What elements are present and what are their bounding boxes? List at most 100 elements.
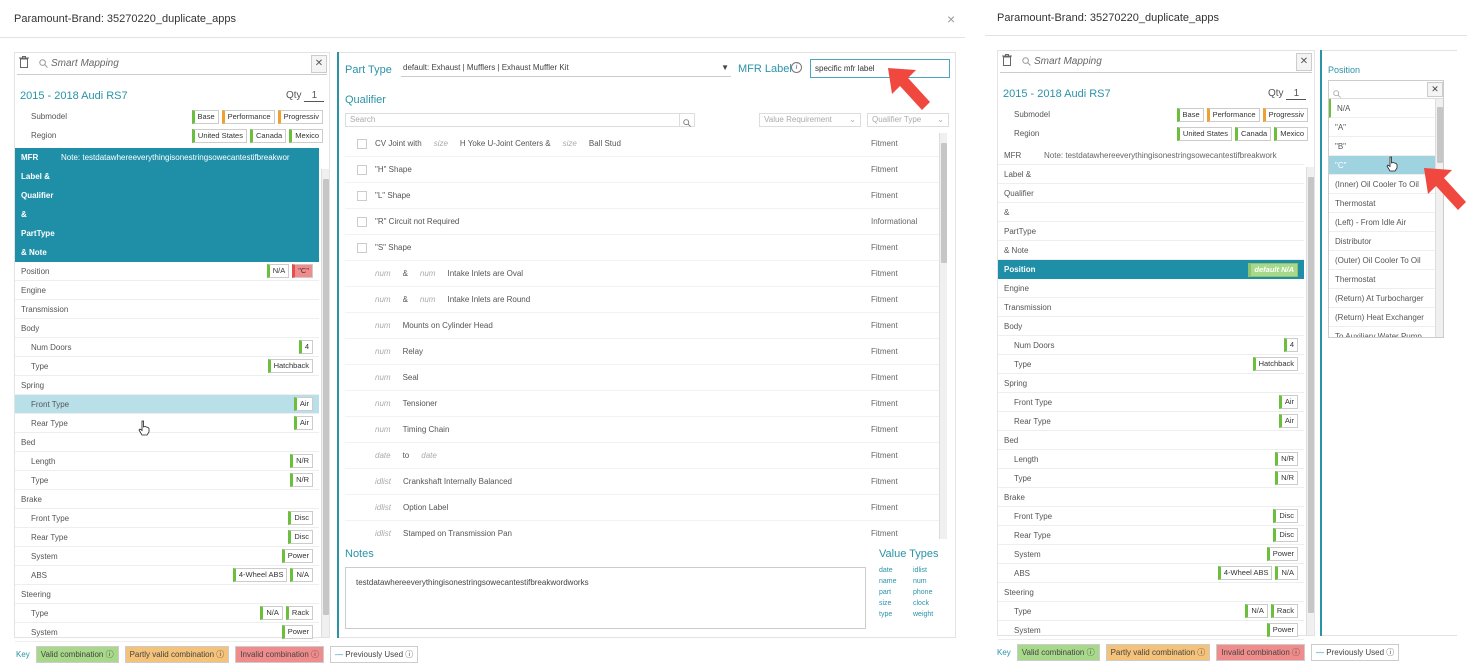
position-option[interactable]: (Left) - From Idle Air xyxy=(1329,213,1435,232)
position-option[interactable]: Thermostat xyxy=(1329,270,1435,289)
attribute-row[interactable]: Rear Type Air xyxy=(998,412,1304,431)
value-requirement-select[interactable]: Value Requirement ⌄ xyxy=(759,113,861,127)
value-chip[interactable]: "C" xyxy=(292,264,313,278)
scrollbar[interactable] xyxy=(1306,167,1314,635)
value-chip[interactable]: Disc xyxy=(288,511,313,525)
smart-mapping-input[interactable]: Smart Mapping xyxy=(45,58,311,69)
qualifier-row[interactable]: CV Joint with size H Yoke U-Joint Centers … xyxy=(345,131,939,157)
value-chip[interactable]: Hatchback xyxy=(267,359,313,373)
attribute-row[interactable]: Front Type Disc xyxy=(15,509,319,528)
submodel-chip[interactable]: Progressiv xyxy=(277,109,323,124)
attribute-row[interactable]: Front Type Air xyxy=(998,393,1304,412)
attribute-row[interactable]: Brake xyxy=(998,488,1304,507)
position-option[interactable]: To Auxiliary Water Pump xyxy=(1329,327,1435,337)
attribute-row[interactable]: Rear Type Air xyxy=(15,414,319,433)
qualifier-row[interactable]: idlist Option Label Fitment xyxy=(345,495,939,521)
submodel-chip[interactable]: Performance xyxy=(1206,107,1260,122)
qualifier-text[interactable]: idlist xyxy=(375,529,391,538)
trash-icon[interactable] xyxy=(1000,53,1014,71)
attribute-row[interactable]: Body xyxy=(15,319,319,338)
smart-mapping-input[interactable]: Smart Mapping xyxy=(1028,56,1296,67)
vehicle-title[interactable]: 2015 - 2018 Audi RS7 xyxy=(1003,88,1111,100)
attribute-row[interactable]: Transmission xyxy=(15,300,319,319)
value-chip[interactable]: 4-Wheel ABS xyxy=(232,568,288,582)
attribute-row[interactable]: System Power xyxy=(998,621,1304,640)
position-option[interactable]: N/A xyxy=(1329,99,1435,118)
clear-icon[interactable]: ✕ xyxy=(311,54,327,73)
value-chip[interactable]: N/A xyxy=(1245,604,1268,618)
value-chip[interactable]: Power xyxy=(1266,547,1298,561)
qualifier-row[interactable]: "H" Shape Fitment xyxy=(345,157,939,183)
scrollbar[interactable] xyxy=(321,169,329,637)
value-chip[interactable]: Rack xyxy=(1270,604,1298,618)
close-icon[interactable]: × xyxy=(947,11,955,27)
vehicle-title[interactable]: 2015 - 2018 Audi RS7 xyxy=(20,90,128,102)
qualifier-row[interactable]: date to date Fitment xyxy=(345,443,939,469)
region-chip[interactable]: Canada xyxy=(1234,126,1272,141)
position-option[interactable]: (Outer) Oil Cooler To Oil xyxy=(1329,251,1435,270)
attribute-row[interactable]: Engine xyxy=(998,279,1304,298)
value-chip[interactable]: Disc xyxy=(1273,509,1298,523)
attribute-row[interactable]: Type N/R xyxy=(15,471,319,490)
submodel-chip[interactable]: Progressiv xyxy=(1262,107,1308,122)
attribute-row[interactable]: Bed xyxy=(998,431,1304,450)
attribute-row[interactable]: Type N/R xyxy=(998,469,1304,488)
region-chip[interactable]: Mexico xyxy=(1274,126,1308,141)
mfr-header[interactable]: MFR Label & Qualifier & PartType & Note … xyxy=(15,148,319,262)
qualifier-row[interactable]: "R" Circuit not Required Informational xyxy=(345,209,939,235)
qualifier-search-input[interactable]: Search xyxy=(345,113,695,127)
attribute-row[interactable]: Engine xyxy=(15,281,319,300)
clear-icon[interactable]: ✕ xyxy=(1427,82,1443,97)
qualifier-type-select[interactable]: Qualifier Type ⌄ xyxy=(867,113,949,127)
value-chip[interactable]: Air xyxy=(1278,395,1298,409)
value-chip[interactable]: Power xyxy=(281,625,313,639)
qualifier-checkbox[interactable] xyxy=(357,190,367,201)
attribute-row[interactable]: Transmission xyxy=(998,298,1304,317)
value-chip[interactable]: 4-Wheel ABS xyxy=(1217,566,1273,580)
qualifier-row[interactable]: idlist Stamped on Transmission Pan Fitment xyxy=(345,521,939,539)
region-chip[interactable]: Mexico xyxy=(289,128,323,143)
value-chip[interactable]: Rack xyxy=(285,606,313,620)
attribute-row[interactable]: Type Hatchback xyxy=(15,357,319,376)
qualifier-row[interactable]: idlist Crankshaft Internally Balanced Fitm… xyxy=(345,469,939,495)
attribute-row[interactable]: Steering xyxy=(15,585,319,604)
region-chip[interactable]: United States xyxy=(1176,126,1232,141)
qualifier-checkbox[interactable] xyxy=(357,164,367,175)
attribute-row[interactable]: Length N/R xyxy=(15,452,319,471)
value-chip[interactable]: N/A xyxy=(1275,566,1298,580)
mfr-header[interactable]: MFR Label & Qualifier & PartType & Note … xyxy=(998,146,1304,260)
value-chip[interactable]: Disc xyxy=(288,530,313,544)
position-option[interactable]: (Return) Heat Exchanger xyxy=(1329,308,1435,327)
qualifier-row[interactable]: "L" Shape Fitment xyxy=(345,183,939,209)
attribute-row[interactable]: Type N/A Rack xyxy=(15,604,319,623)
value-chip[interactable]: Disc xyxy=(1273,528,1298,542)
attribute-row[interactable]: Num Doors 4 xyxy=(15,338,319,357)
qualifier-text[interactable]: num xyxy=(375,347,391,356)
attribute-row[interactable]: ABS 4-Wheel ABS N/A xyxy=(998,564,1304,583)
attribute-row[interactable]: Spring xyxy=(15,376,319,395)
qualifier-text[interactable]: idlist xyxy=(375,477,391,486)
submodel-chip[interactable]: Base xyxy=(191,109,219,124)
attribute-row[interactable]: Type N/A Rack xyxy=(998,602,1304,621)
qualifier-text[interactable]: idlist xyxy=(375,503,391,512)
position-option[interactable]: Distributor xyxy=(1329,232,1435,251)
value-chip[interactable]: Power xyxy=(1266,623,1298,637)
value-chip[interactable]: N/A xyxy=(266,264,290,278)
search-icon[interactable] xyxy=(679,113,695,127)
qualifier-checkbox[interactable] xyxy=(357,138,367,149)
qualifier-row[interactable]: num Mounts on Cylinder Head Fitment xyxy=(345,313,939,339)
position-option[interactable]: "A" xyxy=(1329,118,1435,137)
position-row-selected[interactable]: Position default N/A xyxy=(998,260,1304,279)
qualifier-text[interactable]: num xyxy=(375,295,391,304)
attribute-row[interactable]: System Power xyxy=(15,623,319,642)
value-chip[interactable]: 4 xyxy=(298,340,313,354)
value-chip[interactable]: Power xyxy=(281,549,313,563)
attribute-row[interactable]: Position N/A "C" xyxy=(15,262,319,281)
value-chip[interactable]: N/R xyxy=(290,473,313,487)
position-option[interactable]: "B" xyxy=(1329,137,1435,156)
submodel-chip[interactable]: Performance xyxy=(221,109,275,124)
qualifier-text[interactable]: date xyxy=(421,451,437,460)
qualifier-text[interactable]: num xyxy=(420,269,436,278)
qty-field[interactable]: Qty 1 xyxy=(286,90,325,102)
position-option[interactable]: (Return) At Turbocharger xyxy=(1329,289,1435,308)
